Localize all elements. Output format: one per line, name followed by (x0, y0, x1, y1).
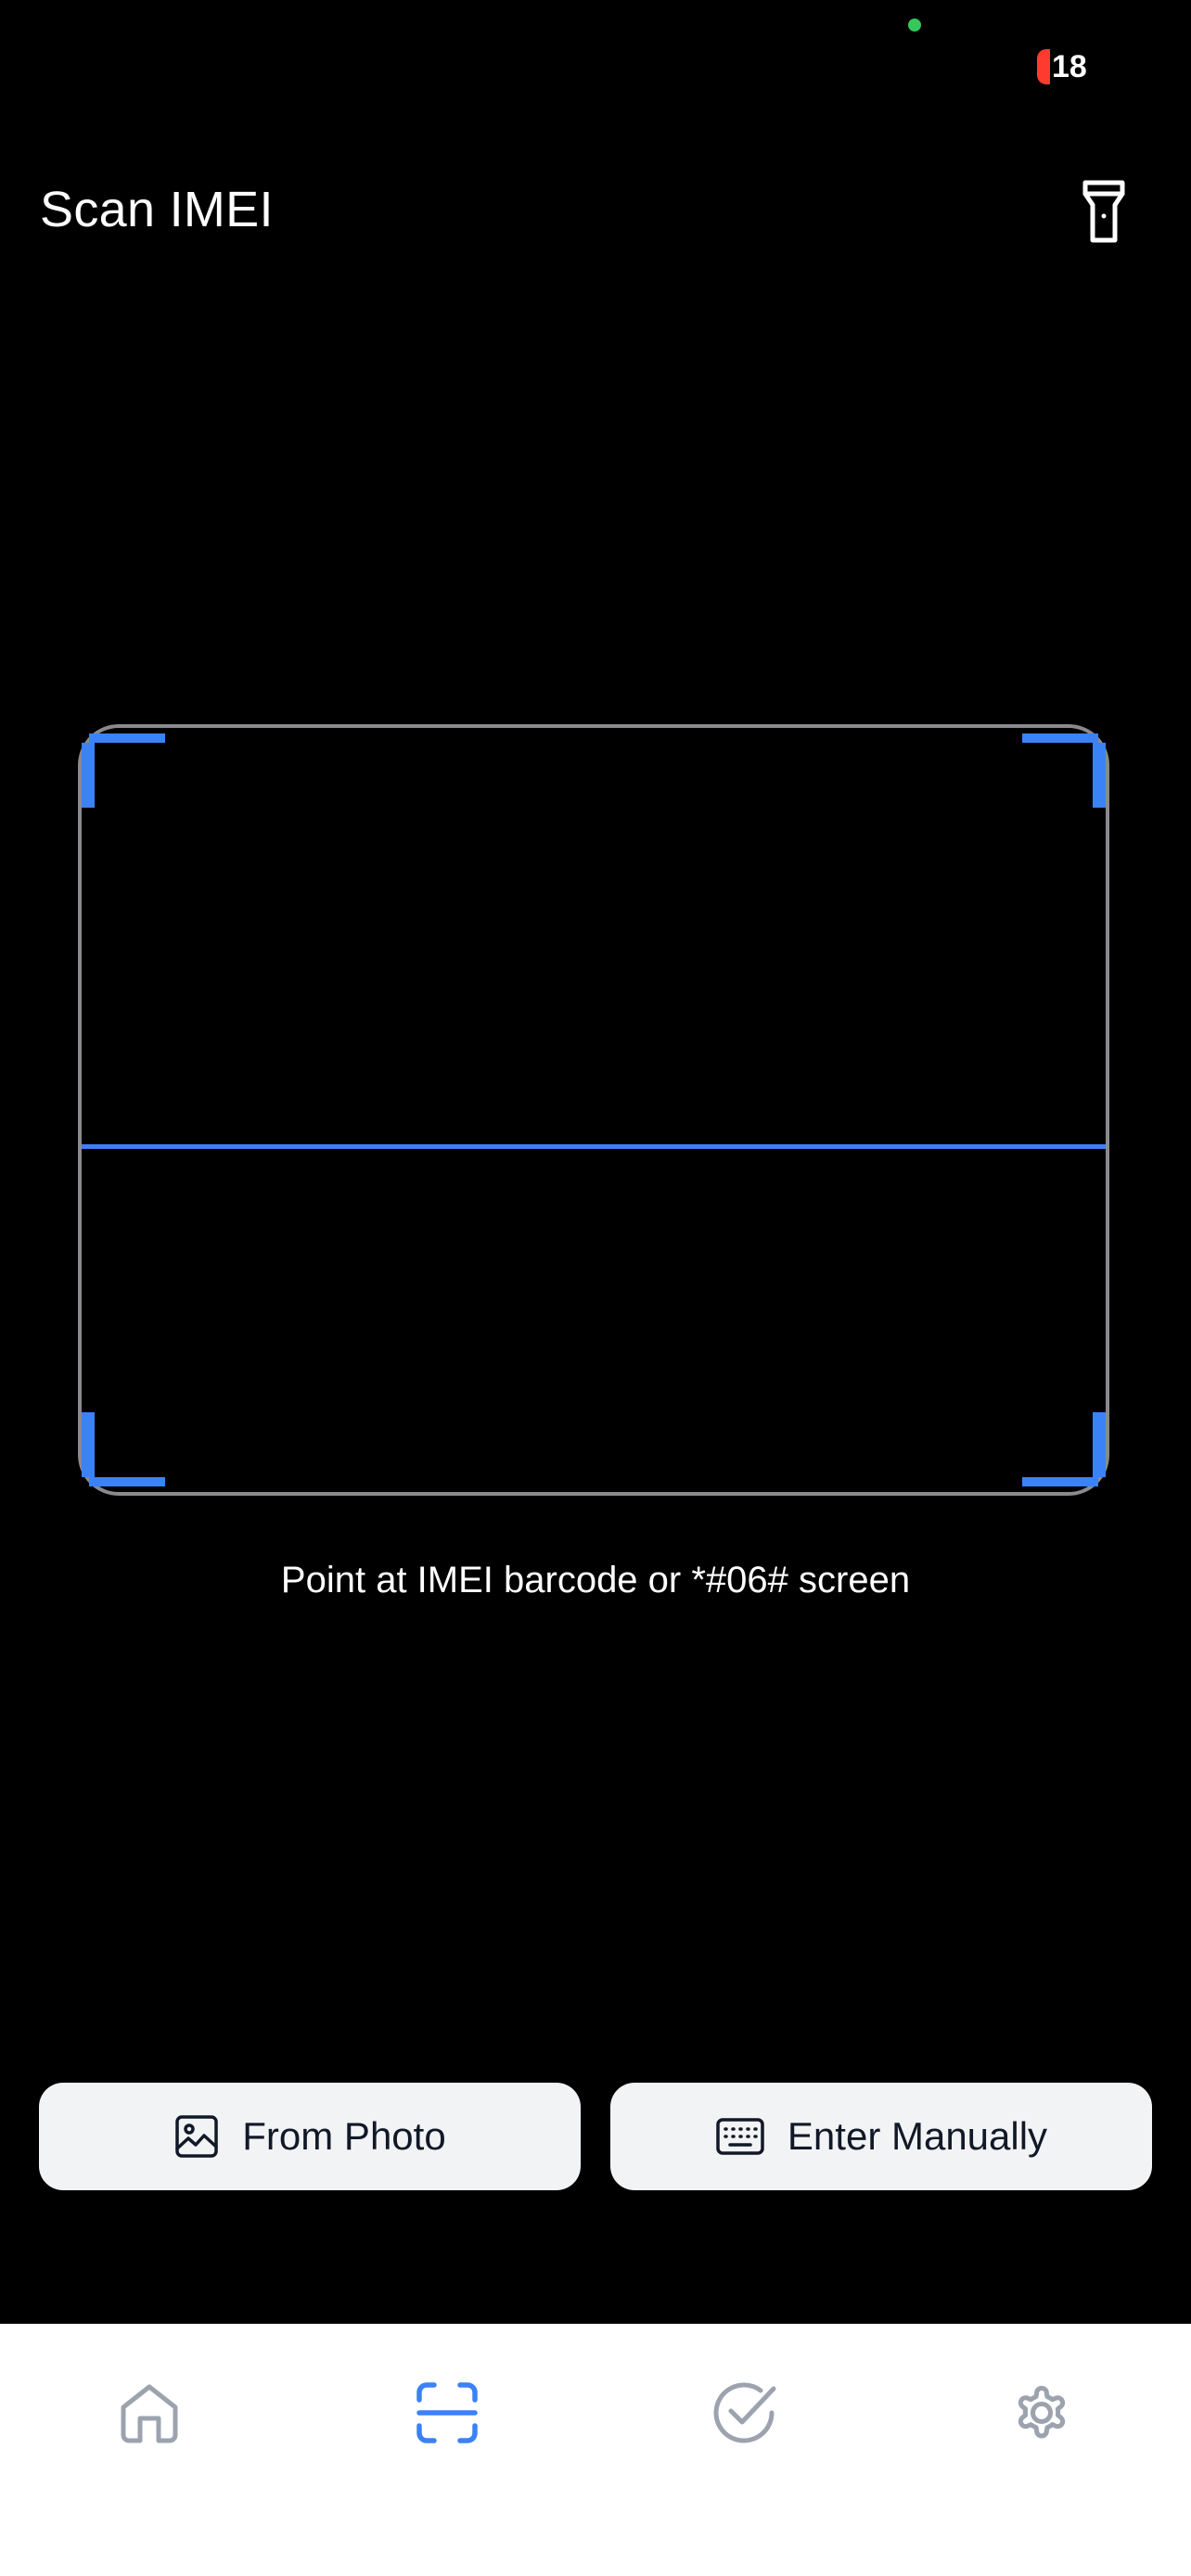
image-icon (175, 2115, 219, 2158)
corner-top-left-vertical (82, 743, 95, 808)
tab-scan[interactable] (401, 2366, 493, 2459)
camera-indicator-dot (908, 19, 921, 32)
enter-manually-button[interactable]: Enter Manually (610, 2083, 1152, 2190)
corner-bottom-left-vertical (82, 1412, 95, 1477)
corner-bottom-right-vertical (1093, 1412, 1106, 1477)
corner-top-right-horizontal (1022, 733, 1098, 743)
keyboard-icon (716, 2118, 764, 2155)
check-circle-icon (713, 2382, 776, 2443)
scan-icon (416, 2382, 478, 2443)
scan-line (82, 1144, 1106, 1149)
corner-bottom-right-horizontal (1022, 1477, 1098, 1486)
corner-bottom-left-horizontal (89, 1477, 165, 1486)
battery-indicator: 18 (1037, 48, 1087, 85)
from-photo-label: From Photo (242, 2114, 446, 2158)
corner-top-left-horizontal (89, 733, 165, 743)
gear-icon (1018, 2385, 1066, 2439)
tab-home[interactable] (103, 2366, 196, 2459)
scan-frame (78, 724, 1109, 1496)
battery-level (1037, 49, 1050, 84)
tab-settings[interactable] (995, 2366, 1088, 2459)
from-photo-button[interactable]: From Photo (39, 2083, 581, 2190)
page-title: Scan IMEI (40, 182, 274, 237)
home-icon (121, 2384, 178, 2443)
flashlight-button[interactable] (1072, 174, 1135, 249)
enter-manually-label: Enter Manually (787, 2114, 1048, 2158)
corner-top-right-vertical (1093, 743, 1106, 808)
bottom-tab-bar (0, 2324, 1191, 2576)
scan-hint: Point at IMEI barcode or *#06# screen (280, 1560, 911, 1600)
battery-percentage: 18 (1052, 49, 1087, 84)
flashlight-icon (1082, 180, 1125, 243)
tab-verified[interactable] (698, 2366, 790, 2459)
